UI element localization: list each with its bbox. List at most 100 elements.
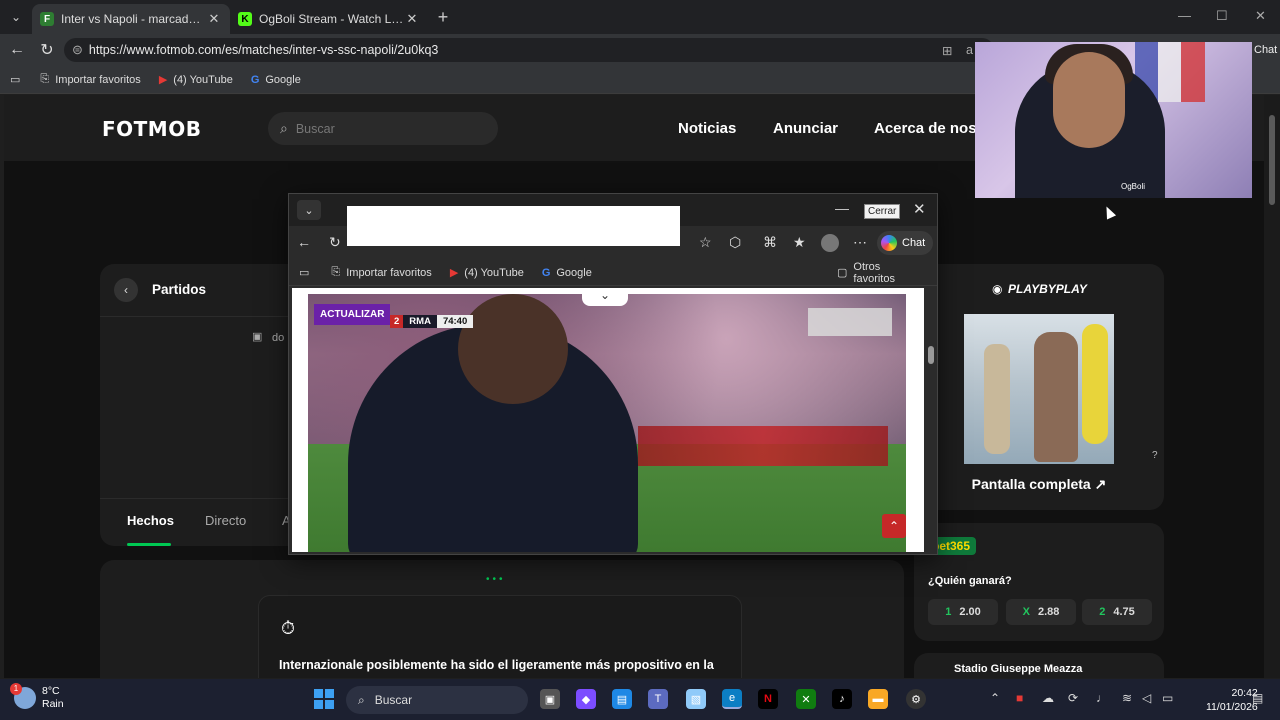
teams-icon[interactable]: T — [648, 689, 668, 709]
maximize-icon[interactable]: ☐ — [1216, 8, 1228, 24]
task-view-icon[interactable]: ▣ — [540, 689, 560, 709]
new-tab-plus-icon[interactable]: + — [428, 7, 458, 28]
tray-cloud-icon[interactable]: ☁ — [1042, 691, 1054, 705]
tab-kick[interactable]: K OgBoli Stream - Watch Live on Kick ✕ — [230, 4, 428, 34]
tab-directo[interactable]: Directo — [205, 513, 246, 528]
bookmark-import[interactable]: ⎘ Importar favoritos — [331, 266, 431, 279]
battery-icon[interactable]: ▭ — [1162, 691, 1173, 705]
odd-away-button[interactable]: 2 4.75 — [1082, 599, 1152, 625]
fotmob-logo[interactable]: FOTMOB — [102, 117, 201, 141]
bookmark-youtube[interactable]: ▶ (4) YouTube — [159, 73, 233, 87]
nav-anunciar[interactable]: Anunciar — [773, 120, 838, 137]
scrollbar-thumb[interactable] — [928, 346, 934, 364]
profile-avatar-icon[interactable] — [821, 234, 839, 252]
split-screen-icon[interactable]: ⊞ — [942, 43, 952, 58]
scrollbar-thumb[interactable] — [1269, 115, 1275, 205]
tab-fotmob[interactable]: F Inter vs Napoli - marcador en vivo ✕ — [32, 4, 230, 34]
bookmark-google[interactable]: G Google — [251, 74, 301, 86]
bookmark-label: (4) YouTube — [464, 266, 524, 279]
collections-icon[interactable]: ⌘ — [763, 234, 777, 251]
system-clock[interactable]: 20:42 11/01/2026 — [1206, 686, 1258, 714]
copilot-chat-button[interactable]: Chat — [877, 231, 933, 255]
notifications-icon[interactable]: ▤ — [1252, 691, 1263, 705]
tiktok-icon[interactable]: ♪ — [832, 689, 852, 709]
bet-question: ¿Quién ganará? — [928, 575, 1012, 587]
netflix-icon[interactable]: N — [758, 689, 778, 709]
minimize-icon[interactable]: — — [1178, 8, 1191, 23]
sidebar-toggle-icon[interactable]: ▭ — [299, 266, 309, 279]
sidebar-toggle-icon[interactable]: ▭ — [10, 73, 20, 86]
page-scrollbar[interactable] — [1264, 95, 1280, 678]
reload-icon[interactable]: ↻ — [32, 40, 62, 60]
nav-noticias[interactable]: Noticias — [678, 120, 736, 137]
popup-scrollbar[interactable] — [925, 288, 937, 552]
close-tab-icon[interactable]: ✕ — [404, 11, 420, 27]
insight-text: Internazionale posiblemente ha sido el l… — [279, 658, 714, 672]
xbox-icon[interactable]: ✕ — [796, 689, 816, 709]
minimize-icon[interactable]: — — [835, 200, 849, 216]
refresh-button[interactable]: ACTUALIZAR — [314, 304, 391, 325]
close-window-icon[interactable]: ✕ — [1255, 8, 1266, 24]
close-tab-icon[interactable]: ✕ — [206, 11, 222, 27]
chat-label[interactable]: Chat — [1254, 44, 1277, 56]
back-arrow-icon[interactable]: ← — [297, 234, 311, 250]
bookmark-youtube[interactable]: ▶ (4) YouTube — [449, 266, 524, 280]
back-arrow-icon[interactable]: ← — [2, 41, 32, 59]
playbyplay-ad-image[interactable] — [964, 314, 1114, 464]
chevron-down-icon[interactable]: ⌄ — [297, 200, 321, 220]
help-icon[interactable]: ? — [1152, 450, 1158, 461]
import-icon: ⎘ — [331, 266, 341, 278]
odd-value: 2.00 — [959, 606, 981, 618]
bookmark-google[interactable]: G Google — [542, 267, 592, 279]
scroll-up-icon[interactable]: ⌃ — [882, 514, 906, 538]
search-label: Buscar — [374, 693, 413, 707]
tray-app-icon[interactable]: ■ — [1016, 691, 1023, 705]
tray-sync-icon[interactable]: ⟳ — [1068, 691, 1078, 705]
tab-actions-chevron-icon[interactable]: ⌄ — [0, 0, 32, 34]
close-icon[interactable]: ✕ — [913, 200, 926, 218]
youtube-icon: ▶ — [449, 267, 459, 279]
more-options-icon[interactable]: ⋯ — [853, 234, 867, 251]
match-date-fragment: do — [272, 332, 285, 344]
carousel-dots[interactable]: ••• — [486, 574, 506, 585]
tray-chevron-up-icon[interactable]: ⌃ — [990, 691, 1000, 705]
edge-icon[interactable]: e — [722, 689, 742, 709]
external-link-icon: ↗ — [1094, 476, 1107, 492]
reload-icon[interactable]: ↻ — [329, 234, 341, 251]
scorebug: 2 RMA 74:40 — [390, 313, 474, 329]
partidos-title[interactable]: Partidos — [152, 282, 206, 297]
bookmark-import[interactable]: ⎘ Importar favoritos — [40, 73, 140, 86]
favorites-icon[interactable]: ★ — [793, 234, 806, 251]
active-tab-underline — [127, 543, 171, 546]
search-icon: ⌕ — [280, 120, 288, 136]
url-field[interactable]: ⊜ https://www.fotmob.com/es/matches/inte… — [64, 38, 994, 62]
store-icon[interactable]: ▤ — [612, 689, 632, 709]
wifi-icon[interactable]: ≋ — [1122, 691, 1132, 705]
odd-home-button[interactable]: 1 2.00 — [928, 599, 998, 625]
odd-draw-button[interactable]: X 2.88 — [1006, 599, 1076, 625]
copilot-app-icon[interactable]: ◆ — [576, 689, 596, 709]
weather-widget[interactable]: 1 8°C Rain — [10, 683, 64, 711]
back-chevron-icon[interactable]: ‹ — [114, 278, 138, 302]
volume-icon[interactable]: ◁ — [1142, 691, 1151, 705]
star-icon[interactable]: ☆ — [699, 234, 712, 251]
extensions-icon[interactable]: ⬡ — [729, 234, 741, 251]
file-explorer-icon[interactable]: ▬ — [868, 689, 888, 709]
bookmark-label: (4) YouTube — [173, 73, 233, 86]
tab-hechos[interactable]: Hechos — [127, 513, 174, 528]
site-info-icon[interactable]: ⊜ — [72, 42, 83, 58]
surfboard-shape — [1082, 324, 1108, 444]
bet-card: bet365 ¿Quién ganará? 1 2.00 X 2.88 2 4.75 — [914, 523, 1164, 641]
collapse-chevron-icon[interactable]: ⌄ — [582, 288, 628, 306]
start-windows-icon[interactable] — [314, 689, 334, 709]
search-placeholder: Buscar — [295, 121, 335, 136]
taskbar-search[interactable]: ⌕ Buscar — [346, 686, 528, 714]
search-input[interactable]: ⌕ Buscar — [268, 112, 498, 145]
stream-video[interactable]: ACTUALIZAR 2 RMA 74:40 ⌃ — [308, 294, 906, 552]
bookmark-other-favorites[interactable]: ▢ Otros favoritos — [837, 261, 919, 285]
nav-acerca[interactable]: Acerca de nos — [874, 120, 977, 137]
microphone-icon[interactable]: ♩ — [1096, 691, 1108, 705]
fullscreen-link[interactable]: Pantalla completa ↗ — [914, 476, 1164, 493]
app-gear-icon[interactable]: ⚙ — [906, 689, 926, 709]
photos-icon[interactable]: ▧ — [686, 689, 706, 709]
